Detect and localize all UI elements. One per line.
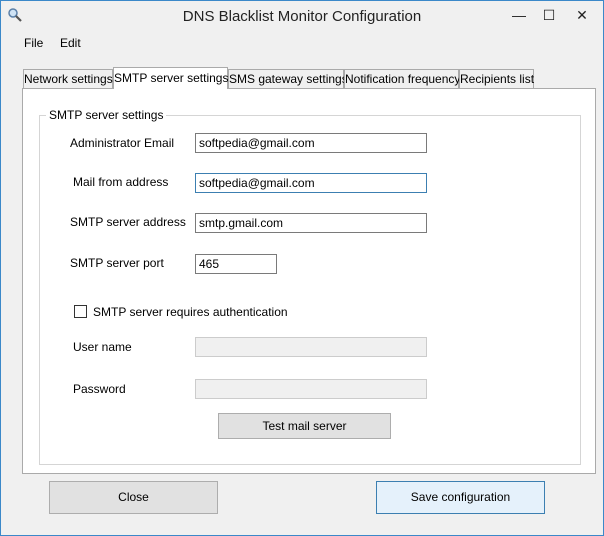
test-mail-server-button[interactable]: Test mail server [218,413,391,439]
tab-notification-frequency[interactable]: Notification frequency [344,69,460,88]
config-window: DNS Blacklist Monitor Configuration — ☐ … [0,0,604,536]
requires-auth-checkbox[interactable] [74,305,87,318]
smtp-settings-group: SMTP server settings Administrator Email… [39,108,581,465]
menu-bar: File Edit [1,32,603,54]
tab-smtp-server-settings[interactable]: SMTP server settings [113,67,228,89]
menu-file[interactable]: File [24,36,43,50]
requires-auth-label: SMTP server requires authentication [93,305,288,319]
smtp-server-address-input[interactable]: smtp.gmail.com [195,213,427,233]
close-window-button[interactable]: ✕ [561,1,603,29]
password-label: Password [73,382,126,396]
close-button[interactable]: Close [49,481,218,514]
menu-edit[interactable]: Edit [60,36,81,50]
title-bar[interactable]: DNS Blacklist Monitor Configuration — ☐ … [1,1,603,31]
admin-email-input[interactable]: softpedia@gmail.com [195,133,427,153]
tab-network-settings[interactable]: Network settings [23,69,113,88]
save-configuration-button[interactable]: Save configuration [376,481,545,514]
smtp-tab-panel: SMTP server settings Administrator Email… [22,88,596,474]
mail-from-label: Mail from address [73,175,169,189]
tab-sms-gateway-settings[interactable]: SMS gateway settings [228,69,348,88]
tab-recipients-list[interactable]: Recipients list [459,69,534,88]
mail-from-input[interactable]: softpedia@gmail.com [195,173,427,193]
tab-strip: Network settings SMTP server settings SM… [1,67,603,89]
username-input[interactable] [195,337,427,357]
username-label: User name [73,340,132,354]
admin-email-label: Administrator Email [70,136,175,150]
password-input[interactable] [195,379,427,399]
smtp-server-port-label: SMTP server port [70,256,164,270]
group-title: SMTP server settings [46,108,167,122]
smtp-server-address-label: SMTP server address [70,215,186,229]
smtp-server-port-input[interactable]: 465 [195,254,277,274]
